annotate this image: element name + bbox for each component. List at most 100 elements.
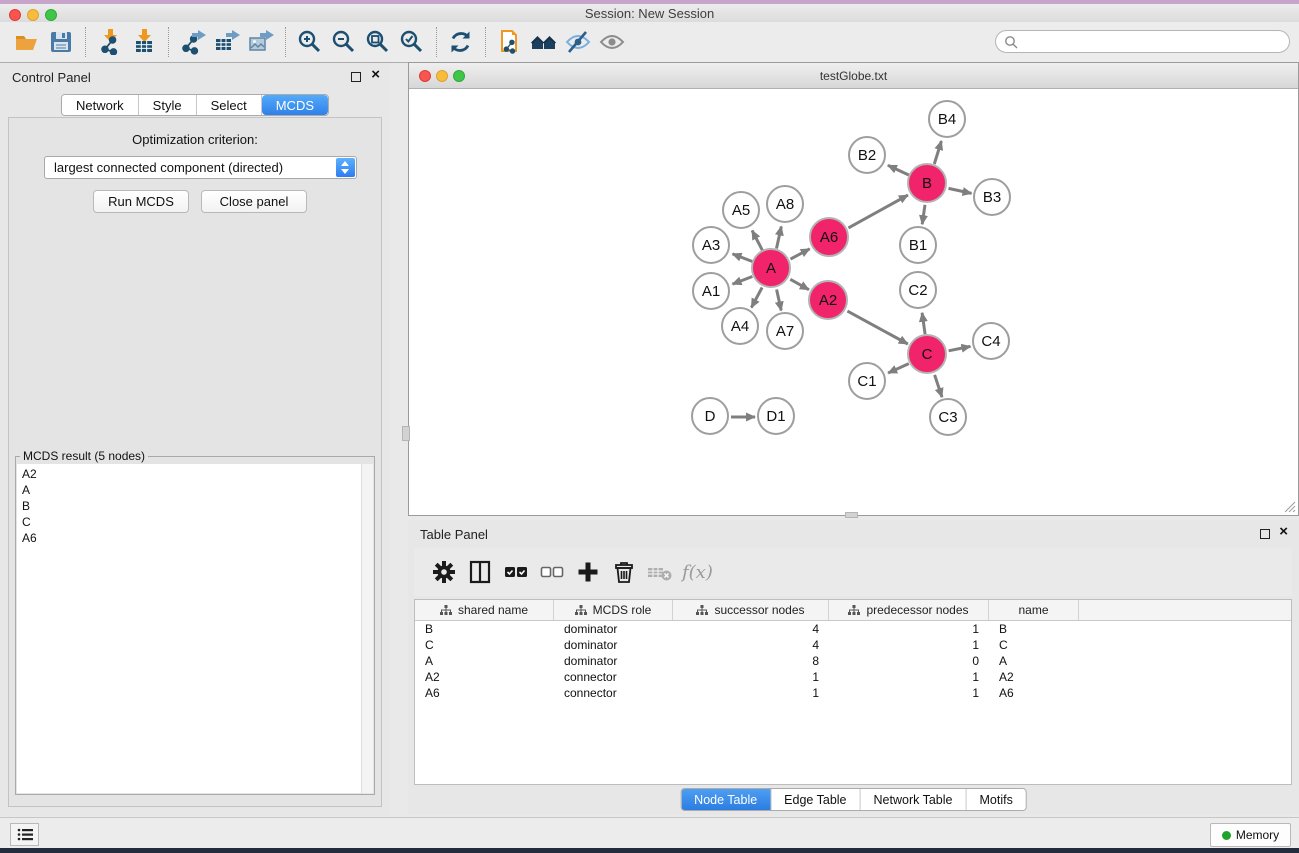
graph-node-D1[interactable]: D1 [757,397,795,435]
table-row[interactable]: A6connector11A6 [415,685,1291,701]
table-row[interactable]: A2connector11A2 [415,669,1291,685]
delete-row-icon[interactable] [606,554,642,590]
table-cell[interactable]: B [415,622,554,636]
network-window-titlebar[interactable]: testGlobe.txt [409,63,1298,89]
graph-node-A6[interactable]: A6 [809,217,849,257]
table-cell[interactable]: A6 [415,686,554,700]
graph-node-C4[interactable]: C4 [972,322,1010,360]
mcds-result-list[interactable]: A2ABCA6 [17,464,363,793]
zoom-in-icon[interactable] [293,25,327,59]
graph-node-A7[interactable]: A7 [766,312,804,350]
graph-node-C3[interactable]: C3 [929,398,967,436]
import-network-icon[interactable] [93,25,127,59]
graph-node-C1[interactable]: C1 [848,362,886,400]
table-row[interactable]: Bdominator41B [415,621,1291,637]
graph-node-D[interactable]: D [691,397,729,435]
show-all-icon[interactable] [595,25,629,59]
tab-motifs[interactable]: Motifs [966,789,1025,810]
zoom-selected-icon[interactable] [395,25,429,59]
table-cell[interactable]: 1 [673,686,829,700]
table-cell[interactable]: dominator [554,638,673,652]
network-from-document-icon[interactable] [493,25,527,59]
table-cell[interactable]: 4 [673,622,829,636]
tab-select[interactable]: Select [197,95,262,115]
graph-node-A3[interactable]: A3 [692,226,730,264]
export-network-icon[interactable] [176,25,210,59]
graph-node-A8[interactable]: A8 [766,185,804,223]
run-mcds-button[interactable]: Run MCDS [93,190,189,213]
refresh-view-icon[interactable] [444,25,478,59]
tab-network[interactable]: Network [62,95,139,115]
graph-node-A2[interactable]: A2 [808,280,848,320]
result-item[interactable]: B [22,498,363,514]
result-item[interactable]: A6 [22,530,363,546]
column-panel-icon[interactable] [462,554,498,590]
result-item[interactable]: A2 [22,466,363,482]
graph-node-A5[interactable]: A5 [722,191,760,229]
close-panel-icon[interactable]: × [371,67,380,83]
optimization-criterion-select[interactable]: largest connected component (directed) [44,156,357,179]
settings-gear-icon[interactable] [426,554,462,590]
graph-node-A4[interactable]: A4 [721,307,759,345]
table-row[interactable]: Adominator80A [415,653,1291,669]
search-field[interactable] [995,30,1290,53]
select-all-icon[interactable] [498,554,534,590]
return-home-icon[interactable] [527,25,561,59]
table-cell[interactable]: 1 [829,670,989,684]
table-cell[interactable]: connector [554,670,673,684]
table-cell[interactable]: 1 [673,670,829,684]
table-cell[interactable]: 0 [829,654,989,668]
zoom-out-icon[interactable] [327,25,361,59]
memory-button[interactable]: Memory [1210,823,1291,847]
add-row-icon[interactable] [570,554,606,590]
import-table-icon[interactable] [127,25,161,59]
app-titlebar[interactable]: Session: New Session [0,4,1299,22]
table-cell[interactable]: A [989,654,1079,668]
horizontal-splitter-handle[interactable] [845,512,858,518]
result-scrollbar[interactable] [361,464,373,793]
table-cell[interactable]: C [415,638,554,652]
table-close-icon[interactable]: × [1279,524,1288,540]
table-cell[interactable]: 1 [829,638,989,652]
network-canvas[interactable]: B4B2BB3B1A5A8A3A6AA1A2A4A7C2CC4C1C3DD1 [409,89,1298,515]
vertical-splitter-handle[interactable] [402,426,410,441]
table-cell[interactable]: connector [554,686,673,700]
tab-edge-table[interactable]: Edge Table [771,789,860,810]
graph-node-A1[interactable]: A1 [692,272,730,310]
table-row[interactable]: Cdominator41C [415,637,1291,653]
table-cell[interactable]: C [989,638,1079,652]
close-panel-button[interactable]: Close panel [201,190,307,213]
result-item[interactable]: A [22,482,363,498]
export-image-icon[interactable] [244,25,278,59]
table-cell[interactable]: dominator [554,654,673,668]
open-session-icon[interactable] [10,25,44,59]
graph-node-C[interactable]: C [907,334,947,374]
column-header-shared-name[interactable]: shared name [415,600,554,620]
resize-grip-icon[interactable] [1283,500,1296,513]
graph-node-B[interactable]: B [907,163,947,203]
graph-node-B1[interactable]: B1 [899,226,937,264]
deselect-all-icon[interactable] [534,554,570,590]
table-cell[interactable]: dominator [554,622,673,636]
task-history-button[interactable] [10,823,39,846]
table-cell[interactable]: A2 [989,670,1079,684]
zoom-fit-icon[interactable] [361,25,395,59]
table-cell[interactable]: B [989,622,1079,636]
result-item[interactable]: C [22,514,363,530]
graph-node-B2[interactable]: B2 [848,136,886,174]
tab-style[interactable]: Style [139,95,197,115]
graph-node-C2[interactable]: C2 [899,271,937,309]
tab-mcds[interactable]: MCDS [262,95,328,115]
column-header-successor-nodes[interactable]: successor nodes [673,600,829,620]
column-header-predecessor-nodes[interactable]: predecessor nodes [829,600,989,620]
table-cell[interactable]: 1 [829,686,989,700]
tab-node-table[interactable]: Node Table [681,789,771,810]
export-table-icon[interactable] [210,25,244,59]
column-header-MCDS-role[interactable]: MCDS role [554,600,673,620]
table-cell[interactable]: A2 [415,670,554,684]
save-session-icon[interactable] [44,25,78,59]
table-cell[interactable]: 8 [673,654,829,668]
hide-selected-icon[interactable] [561,25,595,59]
table-cell[interactable]: 1 [829,622,989,636]
column-header-name[interactable]: name [989,600,1079,620]
